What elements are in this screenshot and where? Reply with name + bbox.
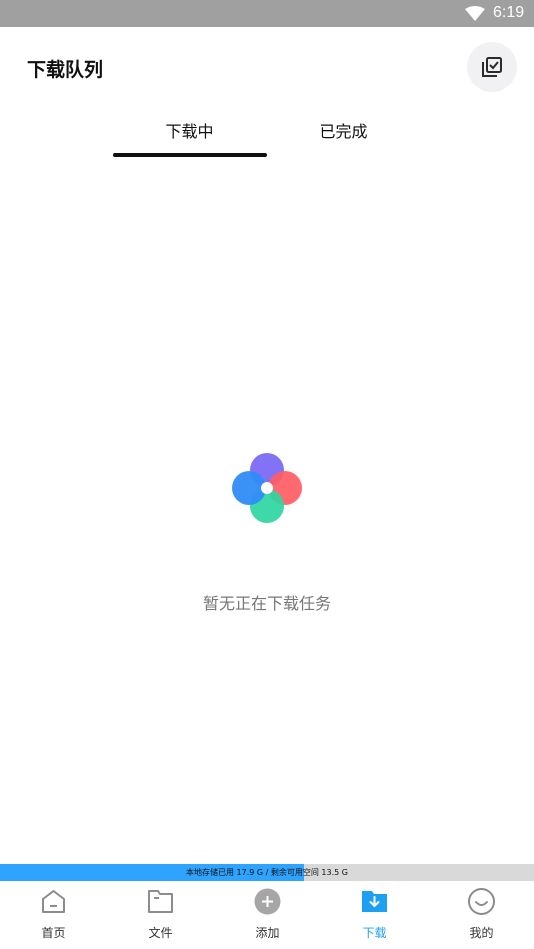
add-icon	[254, 888, 281, 915]
tab-downloading[interactable]: 下载中	[113, 118, 266, 142]
storage-usage-bar: 本地存储已用 17.9 G / 剩余可用空间 13.5 G	[0, 864, 534, 881]
folder-icon	[148, 890, 173, 913]
nav-download[interactable]: 下载	[321, 881, 428, 949]
nav-home-label: 首页	[41, 926, 66, 940]
storage-usage-text: 本地存储已用 17.9 G / 剩余可用空间 13.5 G	[186, 868, 348, 877]
tab-indicator	[113, 153, 267, 157]
nav-me[interactable]: 我的	[428, 881, 534, 949]
nav-files-label: 文件	[148, 926, 173, 940]
nav-add[interactable]: 添加	[214, 881, 321, 949]
app-logo-icon	[232, 453, 302, 523]
status-bar: 6:19	[0, 0, 534, 27]
page-title: 下载队列	[27, 59, 104, 81]
nav-download-label: 下载	[362, 926, 387, 940]
checklist-icon	[482, 57, 502, 77]
nav-home[interactable]: 首页	[0, 881, 107, 949]
status-time: 6:19	[493, 4, 525, 21]
home-icon	[42, 890, 65, 913]
nav-add-label: 添加	[255, 926, 280, 940]
bottom-nav: 首页 文件 添加 下载 我的	[0, 881, 534, 949]
download-folder-icon	[362, 891, 387, 912]
nav-files[interactable]: 文件	[107, 881, 214, 949]
wifi-icon	[465, 6, 485, 21]
nav-me-label: 我的	[469, 926, 494, 940]
empty-state-message: 暂无正在下载任务	[202, 594, 331, 613]
tab-completed[interactable]: 已完成	[267, 118, 420, 142]
multi-select-button[interactable]	[467, 42, 517, 92]
smile-icon	[468, 888, 495, 915]
